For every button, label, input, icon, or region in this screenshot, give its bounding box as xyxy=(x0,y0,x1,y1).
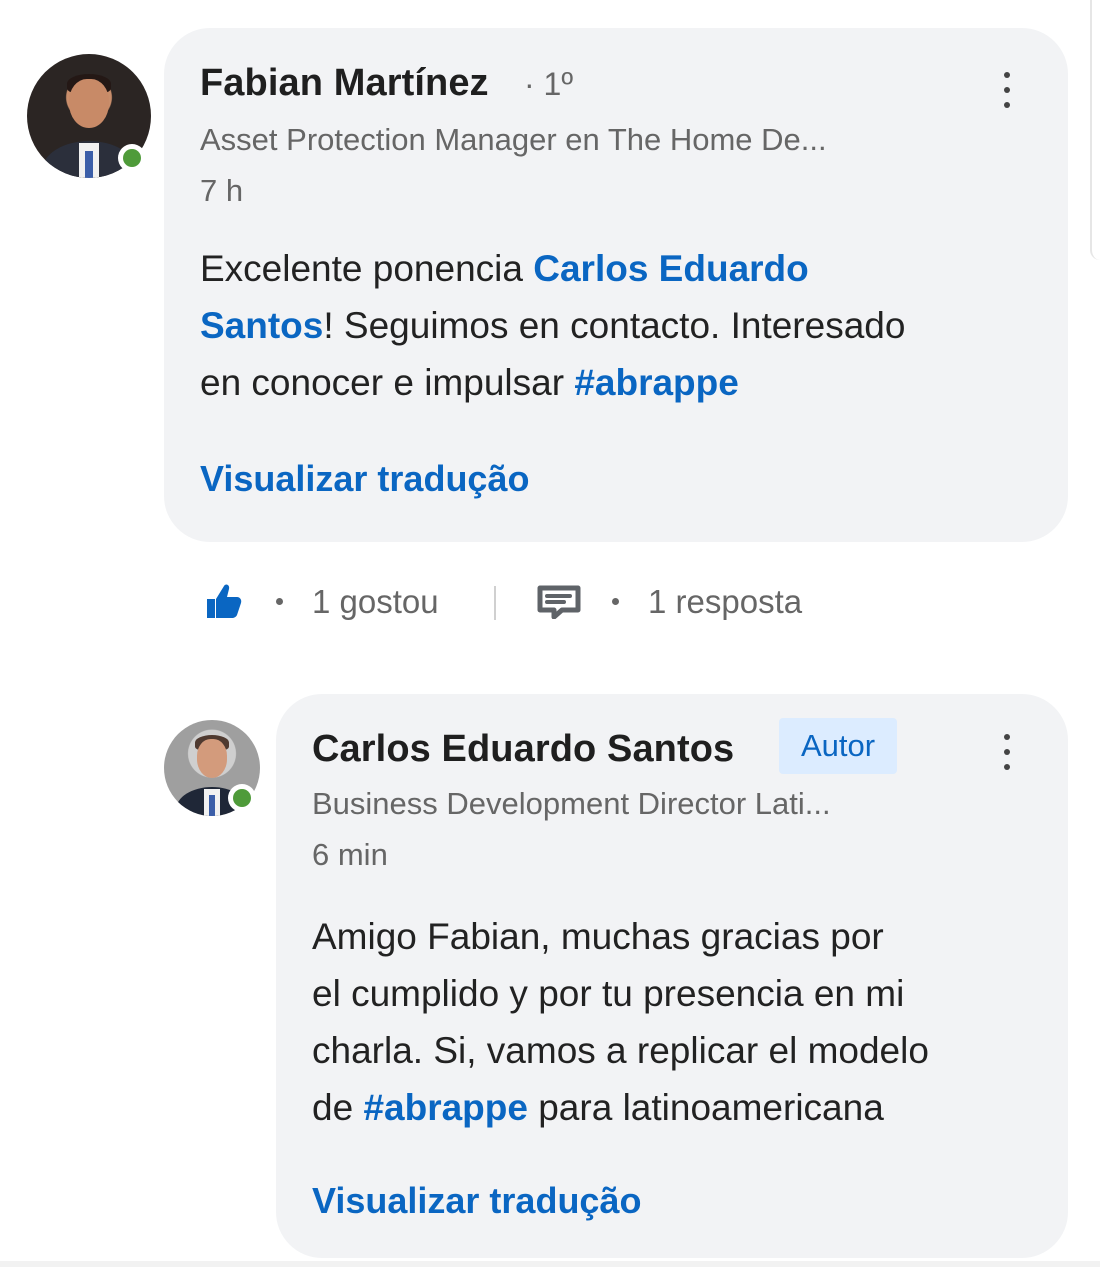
comment-line-3: en conocer e impulsar #abrappe xyxy=(200,354,1050,411)
author-name[interactable]: Carlos Eduardo Santos xyxy=(312,728,734,771)
comment-text-fragment: Excelente ponencia xyxy=(200,248,534,289)
comment-line-1: Excelente ponencia Carlos Eduardo xyxy=(200,240,1050,297)
avatar-tie xyxy=(209,794,215,816)
author-headline: Asset Protection Manager en The Home De.… xyxy=(200,122,827,157)
likes-count[interactable]: 1 gostou xyxy=(312,583,439,621)
author-headline: Business Development Director Lati... xyxy=(312,786,831,821)
mention-link[interactable]: Carlos Eduardo xyxy=(533,248,809,289)
separator-dot xyxy=(612,598,619,605)
comment-text-fragment: ! Seguimos en contacto. Interesado xyxy=(323,305,906,346)
online-status-dot xyxy=(228,784,256,812)
comment-text: Excelente ponencia Carlos Eduardo Santos… xyxy=(200,240,1050,411)
reply-count[interactable]: 1 resposta xyxy=(648,583,802,621)
comment-text-fragment: de xyxy=(312,1087,364,1128)
bottom-divider xyxy=(0,1261,1100,1267)
scroll-edge xyxy=(1090,0,1100,260)
avatar-tie xyxy=(85,150,93,178)
mention-link[interactable]: Santos xyxy=(200,305,323,346)
reply-icon[interactable] xyxy=(537,585,581,619)
comment-line-3: charla. Si, vamos a replicar el modelo xyxy=(312,1030,929,1071)
thumbs-up-icon[interactable] xyxy=(203,582,243,622)
connection-degree: · 1º xyxy=(524,66,574,102)
comment-line-2: el cumplido y por tu presencia en mi xyxy=(312,973,905,1014)
see-translation-link[interactable]: Visualizar tradução xyxy=(200,458,529,500)
separator-dot xyxy=(276,598,283,605)
author-name[interactable]: Fabian Martínez xyxy=(200,62,489,105)
more-vertical-icon[interactable] xyxy=(994,734,1020,776)
comment-line-1: Amigo Fabian, muchas gracias por xyxy=(312,916,884,957)
author-badge: Autor xyxy=(779,718,898,774)
comment-bubble: Fabian Martínez · 1º Asset Protection Ma… xyxy=(164,28,1068,542)
comment-line-4: de #abrappe para latinoamericana xyxy=(312,1079,1042,1136)
action-divider xyxy=(494,586,496,620)
online-status-dot xyxy=(118,144,146,172)
see-translation-link[interactable]: Visualizar tradução xyxy=(312,1180,641,1222)
avatar-head xyxy=(196,739,228,778)
comment-time: 7 h xyxy=(200,173,244,208)
avatar-head xyxy=(69,78,109,129)
hashtag-link[interactable]: #abrappe xyxy=(363,1087,528,1128)
reply-bubble: Carlos Eduardo Santos Autor Business Dev… xyxy=(276,694,1068,1258)
comment-text-fragment: en conocer e impulsar xyxy=(200,362,575,403)
comment-line-2: Santos! Seguimos en contacto. Interesado xyxy=(200,297,1050,354)
comment-text: Amigo Fabian, muchas gracias por el cump… xyxy=(312,908,1042,1136)
more-vertical-icon[interactable] xyxy=(994,72,1020,114)
hashtag-link[interactable]: #abrappe xyxy=(574,362,739,403)
comment-time: 6 min xyxy=(312,837,388,872)
comment-text-fragment: para latinoamericana xyxy=(527,1087,884,1128)
